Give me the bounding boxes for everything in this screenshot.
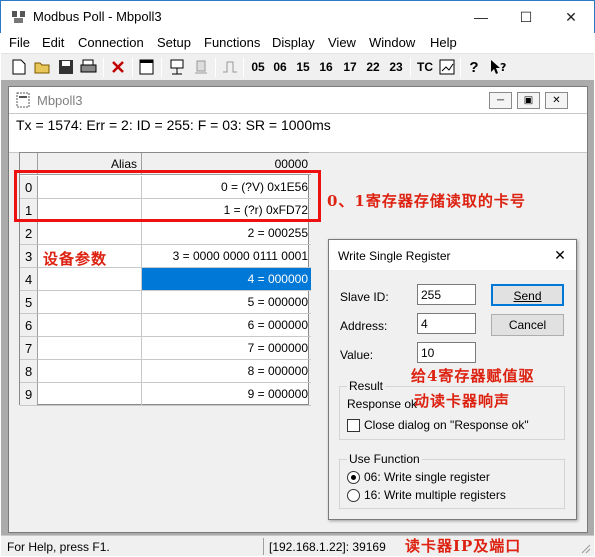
- dialog-caption: Write Single Register ✕: [329, 240, 576, 270]
- value-cell-6[interactable]: 6 = 000000: [142, 314, 311, 337]
- document-icon: [16, 92, 30, 108]
- fc-06-button[interactable]: 06: [271, 57, 289, 78]
- option-16-label[interactable]: 16: Write multiple registers: [364, 488, 506, 502]
- row-header-3[interactable]: 3: [20, 245, 38, 268]
- result-group-label: Result: [347, 379, 386, 393]
- annotation-ip-port-note: 读卡器IP及端口: [405, 537, 522, 555]
- save-icon[interactable]: [58, 59, 74, 75]
- value-cell-4-selected[interactable]: 4 = 000000: [142, 268, 311, 291]
- alias-cell-8[interactable]: [38, 360, 142, 383]
- alias-cell-5[interactable]: [38, 291, 142, 314]
- alias-cell-6[interactable]: [38, 314, 142, 337]
- alias-cell-4[interactable]: [38, 268, 142, 291]
- fc-15-button[interactable]: 15: [294, 57, 312, 78]
- close-dialog-checkbox[interactable]: [347, 419, 360, 432]
- menu-view[interactable]: View: [328, 35, 356, 50]
- row-header-5[interactable]: 5: [20, 291, 38, 314]
- menu-help[interactable]: Help: [430, 35, 457, 50]
- delete-x-icon[interactable]: [111, 60, 125, 74]
- annotation-red-box: [14, 170, 321, 222]
- close-dialog-label[interactable]: Close dialog on "Response ok": [364, 418, 529, 432]
- radio-16[interactable]: [347, 489, 360, 502]
- slave-id-label: Slave ID:: [340, 290, 389, 304]
- option-06-label[interactable]: 06: Write single register: [364, 470, 490, 484]
- use-function-group-label: Use Function: [347, 452, 422, 466]
- disconnect-icon[interactable]: [193, 59, 209, 75]
- row-header-9[interactable]: 9: [20, 383, 38, 406]
- status-separator: [263, 538, 264, 555]
- value-cell-8[interactable]: 8 = 000000: [142, 360, 311, 383]
- value-cell-7[interactable]: 7 = 000000: [142, 337, 311, 360]
- title-bar: Modbus Poll - Mbpoll3 — ☐ ✕: [0, 0, 595, 33]
- result-text: Response ok: [347, 397, 418, 411]
- value-label: Value:: [340, 348, 374, 362]
- child-title: Mbpoll3: [37, 93, 83, 108]
- value-cell-2[interactable]: 2 = 000255: [142, 222, 311, 245]
- alias-cell-2[interactable]: [38, 222, 142, 245]
- fc-23-button[interactable]: 23: [387, 57, 405, 78]
- poll-status-text: Tx = 1574: Err = 2: ID = 255: F = 03: SR…: [16, 117, 331, 133]
- dialog-close-icon[interactable]: ✕: [551, 246, 569, 264]
- open-folder-icon[interactable]: [34, 59, 51, 75]
- menu-display[interactable]: Display: [272, 35, 315, 50]
- annotation-device-params-note: 设备参数: [43, 250, 108, 268]
- resize-grip-icon[interactable]: [579, 542, 591, 554]
- fc-05-button[interactable]: 05: [249, 57, 267, 78]
- fc-16-button[interactable]: 16: [317, 57, 335, 78]
- row-header-2[interactable]: 2: [20, 222, 38, 245]
- child-close-icon[interactable]: ✕: [545, 92, 568, 109]
- address-input[interactable]: [417, 313, 476, 334]
- close-icon[interactable]: ✕: [548, 1, 594, 33]
- cancel-button[interactable]: Cancel: [491, 314, 564, 336]
- child-restore-icon[interactable]: ▣: [517, 92, 540, 109]
- new-file-icon[interactable]: [12, 59, 26, 75]
- fc-22-button[interactable]: 22: [364, 57, 382, 78]
- radio-06-selected[interactable]: [347, 471, 360, 484]
- context-help-icon[interactable]: ?: [489, 59, 507, 75]
- monitor-icon[interactable]: [439, 59, 455, 75]
- svg-text:?: ?: [500, 61, 506, 74]
- row-header-7[interactable]: 7: [20, 337, 38, 360]
- help-question-icon[interactable]: ?: [466, 57, 482, 78]
- alias-cell-7[interactable]: [38, 337, 142, 360]
- dialog-title: Write Single Register: [338, 249, 451, 263]
- child-minimize-icon[interactable]: ─: [489, 92, 512, 109]
- fc-17-button[interactable]: 17: [341, 57, 359, 78]
- value-cell-9[interactable]: 9 = 000000: [142, 383, 311, 406]
- menu-setup[interactable]: Setup: [157, 35, 191, 50]
- status-help-text: For Help, press F1.: [7, 540, 110, 554]
- modbus-app-icon: [12, 11, 25, 23]
- annotation-rows01-note: 0、1寄存器存储读取的卡号: [327, 192, 526, 210]
- connect-icon[interactable]: [169, 59, 185, 75]
- window-icon[interactable]: [139, 59, 154, 75]
- alias-cell-9[interactable]: [38, 383, 142, 406]
- row-header-6[interactable]: 6: [20, 314, 38, 337]
- poll-status-line: Tx = 1574: Err = 2: ID = 255: F = 03: SR…: [9, 113, 587, 153]
- maximize-icon[interactable]: ☐: [503, 1, 549, 33]
- menu-functions[interactable]: Functions: [204, 35, 260, 50]
- value-cell-5[interactable]: 5 = 000000: [142, 291, 311, 314]
- menu-edit[interactable]: Edit: [42, 35, 64, 50]
- menu-window[interactable]: Window: [369, 35, 415, 50]
- window-title: Modbus Poll - Mbpoll3: [33, 9, 162, 24]
- pulse-icon[interactable]: [222, 59, 238, 75]
- menu-file[interactable]: File: [9, 35, 30, 50]
- menu-connection[interactable]: Connection: [78, 35, 144, 50]
- send-button[interactable]: Send: [491, 284, 564, 306]
- print-icon[interactable]: [80, 59, 97, 75]
- annotation-write4-note: 给4寄存器赋值驱: [411, 367, 535, 385]
- tc-button[interactable]: TC: [415, 57, 435, 78]
- value-cell-3[interactable]: 3 = 0000 0000 0111 0001: [142, 245, 311, 268]
- annotation-write4-note-line2: 动读卡器响声: [414, 392, 511, 410]
- menu-bar: File Edit Connection Setup Functions Dis…: [1, 33, 594, 53]
- toolbar: 05 06 15 16 17 22 23 TC ? ?: [1, 53, 594, 80]
- value-input[interactable]: [417, 342, 476, 363]
- minimize-icon[interactable]: —: [458, 1, 504, 33]
- row-header-8[interactable]: 8: [20, 360, 38, 383]
- child-caption: Mbpoll3 ─ ▣ ✕: [9, 87, 587, 113]
- status-address: [192.168.1.22]: 39169: [269, 540, 386, 554]
- address-label: Address:: [340, 319, 388, 333]
- slave-id-input[interactable]: [417, 284, 476, 305]
- row-header-4[interactable]: 4: [20, 268, 38, 291]
